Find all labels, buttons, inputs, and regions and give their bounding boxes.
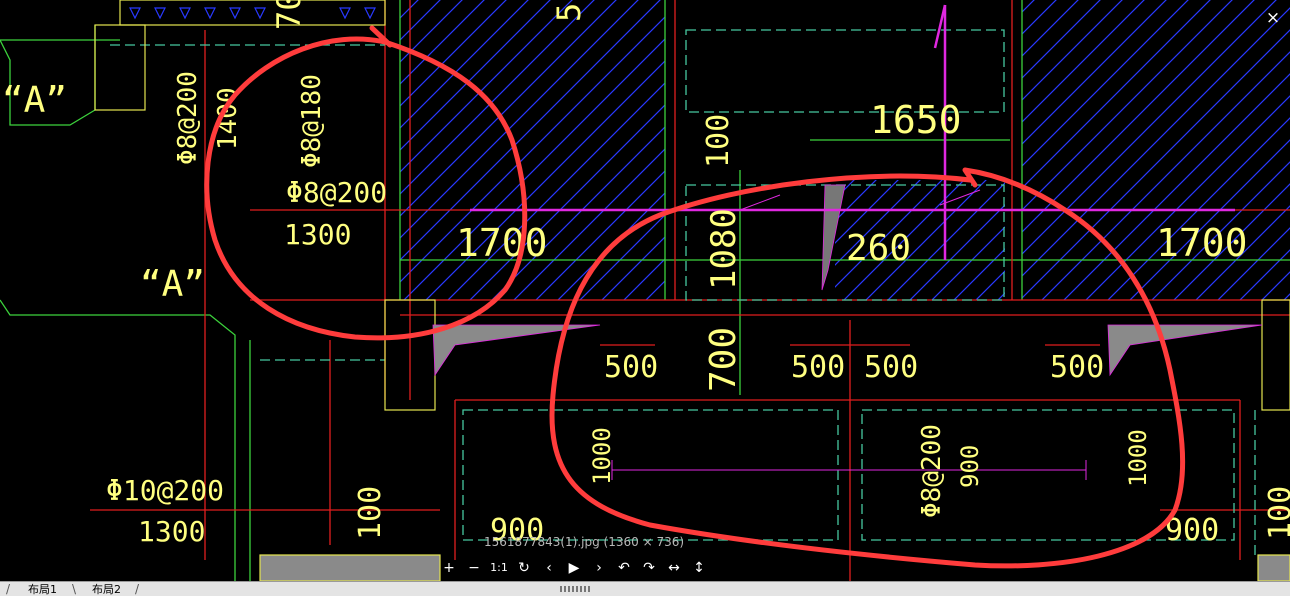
rotate-left-icon[interactable]: ↶	[613, 557, 635, 579]
label-500-d: 500	[1050, 350, 1104, 385]
tab-separator: /	[6, 582, 11, 596]
label-phi8-180: Φ8@180	[297, 74, 327, 168]
play-slideshow-button[interactable]: ▶	[563, 557, 585, 579]
label-100-top: 100	[701, 114, 736, 168]
label-phi10-200: Φ10@200	[106, 474, 224, 507]
previous-image-button[interactable]: ‹	[538, 557, 560, 579]
rotate-right-icon[interactable]: ↷	[638, 557, 660, 579]
viewer-toolbar: + − 1:1 ↻ ‹ ▶ › ↶ ↷ ↔ ↕	[438, 557, 713, 579]
label-100-right: 100	[1263, 486, 1290, 540]
zoom-out-button[interactable]: −	[463, 557, 485, 579]
label-1000-right: 1000	[1124, 429, 1152, 487]
label-500-b: 500	[791, 350, 845, 385]
label-phi8-200-vertical: Φ8@200	[173, 71, 203, 165]
flip-horizontal-icon[interactable]: ↔	[663, 557, 685, 579]
label-top-partial-70: 70	[270, 0, 308, 30]
scroll-grip[interactable]	[560, 586, 592, 592]
label-1300-top: 1300	[284, 218, 351, 251]
refresh-icon[interactable]: ↻	[513, 557, 535, 579]
label-1700-right: 1700	[1156, 221, 1248, 265]
layout-tab-bar: / 布局1 \ 布局2 /	[0, 581, 1290, 596]
next-image-button[interactable]: ›	[588, 557, 610, 579]
label-100-bottom: 100	[353, 486, 388, 540]
close-viewer-button[interactable]: ×	[1264, 9, 1282, 27]
image-caption: 1561877843(1).jpg (1360 × 736)	[484, 535, 685, 549]
tab-layout-2[interactable]: 布局2	[88, 583, 125, 596]
image-viewer: “A” “A” Φ8@200 1400 Φ8@180 Φ8@200 1300 1…	[0, 0, 1290, 596]
zoom-in-button[interactable]: +	[438, 557, 460, 579]
tab-layout-1[interactable]: 布局1	[24, 583, 61, 596]
label-900-right: 900	[1165, 513, 1219, 548]
cad-drawing: “A” “A” Φ8@200 1400 Φ8@180 Φ8@200 1300 1…	[0, 0, 1290, 581]
flip-vertical-icon[interactable]: ↕	[688, 557, 710, 579]
label-500-a: 500	[604, 350, 658, 385]
tab-separator: /	[135, 582, 140, 596]
label-500-c: 500	[864, 350, 918, 385]
actual-size-button[interactable]: 1:1	[488, 557, 510, 579]
label-1000-left: 1000	[588, 427, 616, 485]
label-phi8-200-lower: Φ8@200	[917, 424, 947, 518]
label-260: 260	[846, 228, 911, 269]
label-900-vertical: 900	[956, 445, 984, 488]
label-1300-bottom: 1300	[138, 515, 205, 548]
tab-separator: \	[72, 582, 77, 596]
label-phi8-200-top: Φ8@200	[286, 176, 387, 209]
label-quote-a-mid: “A”	[140, 264, 205, 305]
label-top-partial-5: 5	[550, 3, 588, 22]
label-1650: 1650	[870, 98, 962, 142]
label-700: 700	[703, 327, 744, 392]
label-quote-a-top: “A”	[2, 80, 67, 121]
label-1700-left: 1700	[456, 221, 548, 265]
label-1080: 1080	[704, 208, 744, 290]
